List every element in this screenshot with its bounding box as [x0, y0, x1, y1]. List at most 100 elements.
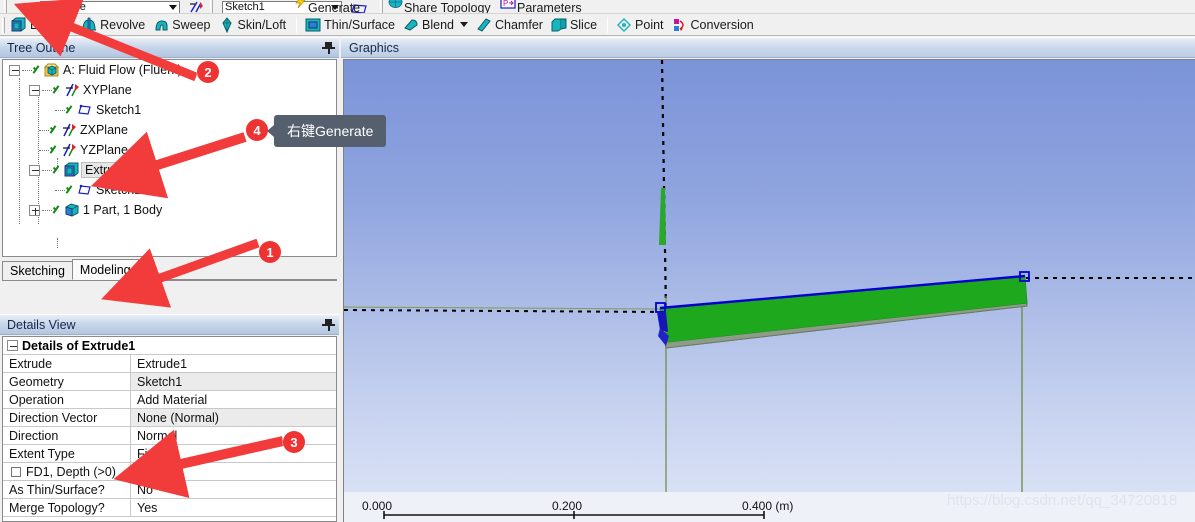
parameter-checkbox-depth[interactable] — [11, 466, 21, 477]
pin-icon-details[interactable] — [322, 318, 335, 331]
parameters-icon[interactable]: P — [500, 0, 516, 13]
row-key-as-thin-surface: As Thin/Surface? — [3, 481, 131, 498]
check-icon-yzplane — [49, 144, 60, 156]
horizontal-axis-left — [344, 309, 667, 313]
share-topology-label[interactable]: Share Topology — [404, 3, 491, 13]
chevron-down-icon-blend[interactable] — [460, 22, 468, 27]
tree-outline-titlebar: Tree Outline — [0, 37, 339, 58]
toolbar-grip-2[interactable] — [210, 0, 213, 13]
tab-sketching[interactable]: Sketching — [2, 261, 73, 280]
table-row-as-thin-surface[interactable]: As Thin/Surface? No — [3, 481, 336, 499]
table-row-merge-topology[interactable]: Merge Topology? Yes — [3, 499, 336, 517]
slice-icon — [551, 17, 567, 33]
revolve-label: Revolve — [100, 17, 146, 32]
row-key-direction-vector: Direction Vector — [3, 409, 131, 426]
row-value-as-thin-surface[interactable]: No — [131, 481, 336, 498]
table-row-depth[interactable]: FD1, Depth (>0) 0.5 m — [3, 463, 336, 481]
tree-node-xyplane[interactable]: XYPlane — [3, 80, 336, 100]
toolbar-grip-main[interactable] — [2, 16, 5, 33]
annotation-marker-2: 2 — [197, 61, 219, 83]
parameters-label[interactable]: Parameters — [517, 3, 582, 13]
table-row-geometry[interactable]: Geometry Sketch1 — [3, 373, 336, 391]
blend-icon — [403, 17, 419, 33]
table-row-extrude[interactable]: Extrude Extrude1 — [3, 355, 336, 373]
toolbar-separator-1 — [296, 16, 298, 33]
new-plane-icon[interactable] — [188, 0, 204, 13]
toolbar-grip[interactable] — [4, 0, 7, 13]
row-key-extent-type: Extent Type — [3, 445, 131, 462]
blend-button[interactable]: Blend — [400, 15, 473, 35]
tab-filler — [137, 263, 337, 280]
tree-node-label-parts: 1 Part, 1 Body — [83, 203, 163, 217]
toolbar-grip-3[interactable] — [380, 0, 383, 13]
tree-node-label-xyplane: XYPlane — [83, 83, 132, 97]
expander-minus-details[interactable] — [7, 340, 18, 351]
annotation-marker-1: 1 — [259, 241, 281, 263]
svg-text:P: P — [503, 0, 508, 8]
thin-surface-button[interactable]: Thin/Surface — [302, 15, 400, 35]
tree-node-parts-bodies[interactable]: 1 Part, 1 Body — [3, 200, 336, 220]
row-value-operation[interactable]: Add Material — [131, 391, 336, 408]
point-button[interactable]: Point — [613, 15, 669, 35]
table-row-operation[interactable]: Operation Add Material — [3, 391, 336, 409]
tooltip-text: 右键Generate — [287, 123, 374, 139]
row-key-extrude: Extrude — [3, 355, 131, 372]
extrude-button[interactable]: Extrude — [8, 15, 78, 35]
row-value-extent-type[interactable]: Fixed — [131, 445, 336, 462]
chamfer-button[interactable]: Chamfer — [473, 15, 548, 35]
row-value-merge-topology[interactable]: Yes — [131, 499, 336, 516]
sweep-button[interactable]: Sweep — [150, 15, 215, 35]
active-plane-combo[interactable]: XYPlane — [40, 1, 180, 13]
chamfer-label: Chamfer — [495, 17, 543, 32]
conversion-label: Conversion — [690, 17, 754, 32]
row-value-direction-vector[interactable]: None (Normal) — [131, 409, 336, 426]
details-property-grid[interactable]: Details of Extrude1 Extrude Extrude1 Geo… — [2, 336, 337, 522]
conversion-button[interactable]: Conversion — [669, 15, 759, 35]
chevron-down-icon — [169, 5, 177, 10]
table-row-direction-vector[interactable]: Direction Vector None (Normal) — [3, 409, 336, 427]
revolve-button[interactable]: Revolve — [78, 15, 150, 35]
annotation-marker-2-label: 2 — [204, 64, 212, 80]
row-value-direction[interactable]: Normal — [131, 427, 336, 444]
sweep-label: Sweep — [172, 17, 211, 32]
tree-node-label-project: A: Fluid Flow (Fluent) — [63, 63, 182, 77]
check-icon-extrude1 — [52, 164, 63, 176]
graphics-titlebar: Graphics — [341, 37, 1195, 58]
check-icon-project — [32, 64, 43, 76]
row-value-extrude[interactable]: Extrude1 — [131, 355, 336, 372]
conversion-icon — [672, 17, 688, 33]
tree-node-sketch1-extrude[interactable]: Sketch1 — [3, 180, 336, 200]
sketch-icon-1 — [77, 102, 93, 118]
tree-node-label-sketch1-xy: Sketch1 — [96, 103, 142, 117]
row-value-geometry[interactable]: Sketch1 — [131, 373, 336, 390]
tree-node-label-zxplane: ZXPlane — [80, 123, 128, 137]
share-topology-icon[interactable] — [388, 0, 404, 12]
skin-loft-button[interactable]: Skin/Loft — [216, 15, 292, 35]
tree-outline-list[interactable]: A: Fluid Flow (Fluent) XYPlane Sketch1 Z… — [2, 59, 337, 257]
axis-green-marker — [659, 188, 666, 245]
details-view-titlebar: Details View — [0, 314, 339, 335]
scale-tick-2: 0.400 (m) — [742, 499, 794, 513]
generate-label[interactable]: Generate — [308, 3, 360, 13]
thin-surface-icon — [305, 17, 321, 33]
details-group-header[interactable]: Details of Extrude1 — [3, 337, 336, 355]
tree-node-project[interactable]: A: Fluid Flow (Fluent) — [3, 60, 336, 80]
sketch-icon-2 — [77, 182, 93, 198]
tab-modeling[interactable]: Modeling — [71, 259, 139, 280]
expander-minus-project[interactable] — [9, 64, 20, 76]
skin-loft-icon — [219, 16, 235, 33]
graphics-viewport[interactable]: 0.000 0.200 0.400 (m) — [343, 59, 1195, 522]
slice-button[interactable]: Slice — [548, 15, 602, 35]
expander-minus-extrude1[interactable] — [29, 164, 40, 176]
row-key-depth: FD1, Depth (>0) — [3, 463, 131, 480]
tree-node-extrude1[interactable]: Extrude1 — [3, 160, 336, 180]
pin-icon[interactable] — [322, 41, 335, 54]
point-icon — [616, 17, 632, 33]
expander-plus-parts[interactable] — [29, 204, 40, 216]
plane-icon-yz — [61, 142, 77, 158]
row-value-depth[interactable]: 0.5 m — [131, 463, 336, 480]
check-icon-sketch1-extrude — [65, 184, 76, 196]
sketching-modeling-tabs: Sketching Modeling — [2, 259, 337, 281]
tree-outline-panel: Tree Outline A: Fluid Flow (Fluent) XYPl… — [0, 37, 339, 281]
expander-minus-xyplane[interactable] — [29, 84, 40, 96]
